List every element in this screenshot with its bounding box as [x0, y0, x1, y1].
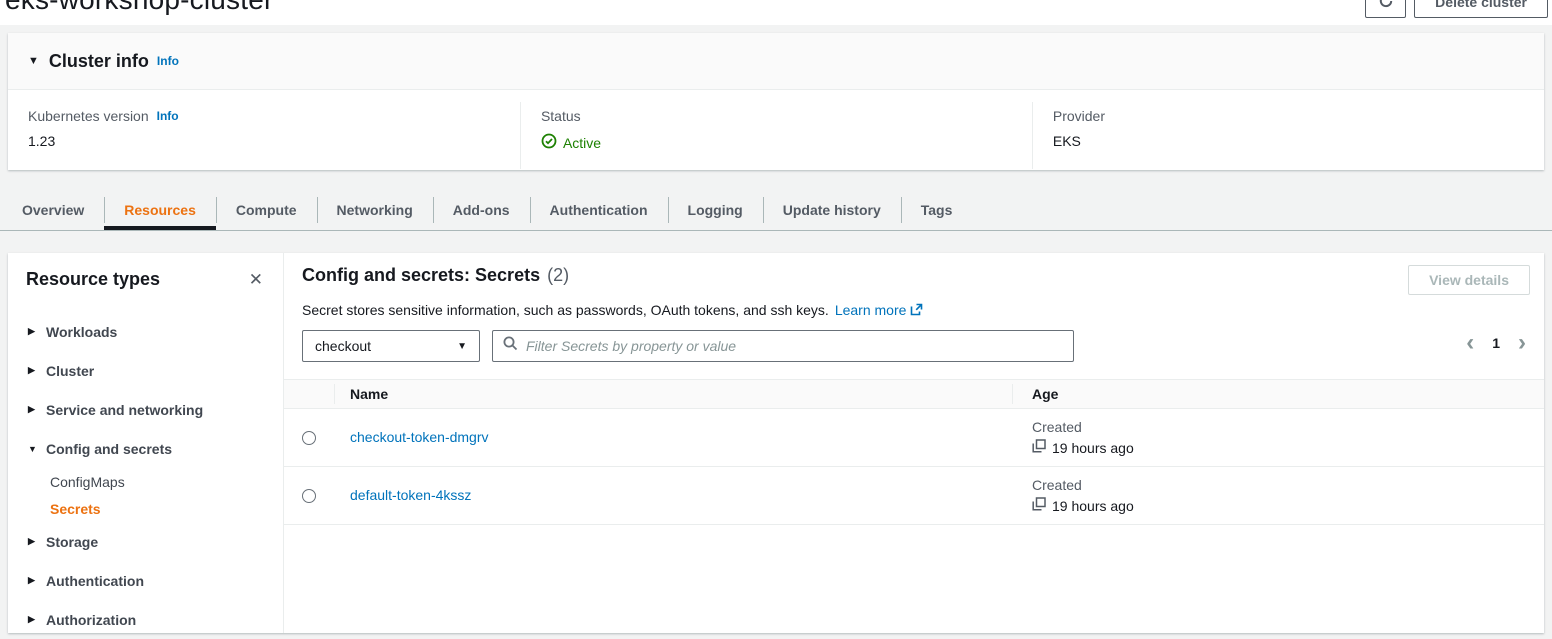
name-column-header: Name: [334, 386, 1012, 402]
page-title: eks-workshop-cluster: [5, 0, 274, 18]
sidebar-item-label: Authorization: [46, 612, 136, 628]
row-radio-button[interactable]: [302, 489, 316, 503]
table-row: default-token-4kssz Created 19 hours ago: [284, 467, 1544, 525]
copy-icon[interactable]: [1032, 439, 1046, 456]
chevron-down-icon: ▼: [457, 341, 467, 352]
status-label: Status: [541, 108, 1012, 124]
age-created-label: Created: [1032, 419, 1544, 435]
learn-more-link[interactable]: Learn more: [835, 302, 907, 318]
sidebar-item-label: Cluster: [46, 363, 94, 379]
kubernetes-version-label: Kubernetes version: [28, 108, 149, 124]
chevron-right-icon: ▶: [28, 365, 46, 376]
cluster-info-header[interactable]: ▼ Cluster info Info: [8, 33, 1544, 90]
dropdown-selected-value: checkout: [315, 338, 371, 354]
sidebar-item-label: Config and secrets: [46, 441, 172, 457]
tab-logging[interactable]: Logging: [668, 190, 763, 230]
field-label: Kubernetes version Info: [28, 108, 500, 124]
refresh-icon: [1378, 0, 1394, 12]
cluster-info-title: Cluster info: [49, 51, 149, 72]
chevron-right-icon: ▶: [28, 614, 46, 625]
delete-cluster-button[interactable]: Delete cluster: [1414, 0, 1548, 18]
age-column-header: Age: [1012, 386, 1544, 402]
filter-type-dropdown[interactable]: checkout ▼: [302, 330, 480, 362]
sidebar-item-label: Service and networking: [46, 402, 203, 418]
header-actions: Delete cluster: [1365, 0, 1548, 18]
sidebar-item-configmaps[interactable]: ConfigMaps: [24, 468, 267, 495]
secret-name-link[interactable]: default-token-4kssz: [350, 487, 471, 503]
tab-tags[interactable]: Tags: [901, 190, 973, 230]
secrets-search-box: [492, 330, 1074, 362]
sidebar-item-config-and-secrets[interactable]: ▼ Config and secrets: [24, 429, 267, 468]
status-active-icon: [541, 133, 557, 152]
status-text: Active: [563, 135, 601, 151]
chevron-right-icon: ▶: [28, 326, 46, 337]
age-value: 19 hours ago: [1052, 498, 1134, 514]
kubernetes-version-info-link[interactable]: Info: [157, 109, 179, 123]
copy-icon[interactable]: [1032, 497, 1046, 514]
search-input[interactable]: [526, 338, 1063, 354]
view-details-button[interactable]: View details: [1408, 265, 1530, 295]
tab-resources[interactable]: Resources: [104, 190, 216, 230]
refresh-button[interactable]: [1365, 0, 1406, 18]
sidebar-item-label: Authentication: [46, 573, 144, 589]
close-icon[interactable]: ✕: [249, 271, 263, 288]
cluster-info-body: Kubernetes version Info 1.23 Status Acti…: [8, 90, 1544, 169]
chevron-right-icon: ▶: [28, 404, 46, 415]
external-link-icon: [910, 303, 923, 319]
current-page[interactable]: 1: [1492, 335, 1500, 351]
chevron-right-icon: ▶: [28, 536, 46, 547]
cluster-info-card: ▼ Cluster info Info Kubernetes version I…: [8, 33, 1544, 170]
search-icon: [503, 336, 518, 356]
table-header: Name Age: [284, 379, 1544, 409]
secrets-main-panel: Config and secrets: Secrets (2) View det…: [284, 253, 1544, 633]
secrets-count: (2): [547, 265, 569, 286]
secret-name-link[interactable]: checkout-token-dmgrv: [350, 429, 489, 445]
tab-authentication[interactable]: Authentication: [530, 190, 668, 230]
row-radio-button[interactable]: [302, 431, 316, 445]
sidebar-item-service-and-networking[interactable]: ▶ Service and networking: [24, 390, 267, 429]
tab-update-history[interactable]: Update history: [763, 190, 901, 230]
previous-page-icon[interactable]: ‹: [1466, 331, 1474, 355]
sidebar-item-authorization[interactable]: ▶ Authorization: [24, 600, 267, 639]
sidebar-title: Resource types: [26, 269, 160, 290]
sidebar-item-workloads[interactable]: ▶ Workloads: [24, 312, 267, 351]
provider-label: Provider: [1053, 108, 1524, 124]
chevron-down-icon: ▼: [28, 55, 39, 67]
sidebar-item-label: Workloads: [46, 324, 117, 340]
page-header: eks-workshop-cluster Delete cluster: [0, 0, 1552, 25]
sidebar-item-authentication[interactable]: ▶ Authentication: [24, 561, 267, 600]
field-kubernetes-version: Kubernetes version Info 1.23: [8, 102, 520, 169]
tab-compute[interactable]: Compute: [216, 190, 317, 230]
config-and-secrets-children: ConfigMaps Secrets: [24, 468, 267, 522]
pagination: ‹ 1 ›: [1466, 331, 1526, 355]
tab-add-ons[interactable]: Add-ons: [433, 190, 530, 230]
cluster-tabs: Overview Resources Compute Networking Ad…: [0, 190, 1552, 231]
sidebar-item-storage[interactable]: ▶ Storage: [24, 522, 267, 561]
status-badge: Active: [541, 133, 1012, 152]
resources-panel: Resource types ✕ ▶ Workloads ▶ Cluster ▶…: [8, 253, 1544, 633]
secrets-heading: Config and secrets: Secrets: [302, 265, 540, 286]
resource-types-nav: ▶ Workloads ▶ Cluster ▶ Service and netw…: [24, 312, 267, 639]
cluster-info-info-link[interactable]: Info: [157, 54, 179, 68]
table-row: checkout-token-dmgrv Created 19 hours ag…: [284, 409, 1544, 467]
resource-types-sidebar: Resource types ✕ ▶ Workloads ▶ Cluster ▶…: [8, 253, 284, 633]
secrets-description: Secret stores sensitive information, suc…: [302, 302, 829, 318]
field-provider: Provider EKS: [1032, 102, 1544, 169]
sidebar-item-secrets[interactable]: Secrets: [24, 495, 267, 522]
provider-value: EKS: [1053, 133, 1524, 149]
chevron-down-icon: ▼: [28, 444, 46, 454]
sidebar-item-cluster[interactable]: ▶ Cluster: [24, 351, 267, 390]
sidebar-item-label: Storage: [46, 534, 98, 550]
chevron-right-icon: ▶: [28, 575, 46, 586]
next-page-icon[interactable]: ›: [1518, 331, 1526, 355]
field-status: Status Active: [520, 102, 1032, 169]
secrets-table: Name Age checkout-token-dmgrv Created: [284, 379, 1544, 525]
kubernetes-version-value: 1.23: [28, 133, 500, 149]
tab-overview[interactable]: Overview: [2, 190, 104, 230]
age-value: 19 hours ago: [1052, 440, 1134, 456]
age-created-label: Created: [1032, 477, 1544, 493]
tab-networking[interactable]: Networking: [317, 190, 433, 230]
